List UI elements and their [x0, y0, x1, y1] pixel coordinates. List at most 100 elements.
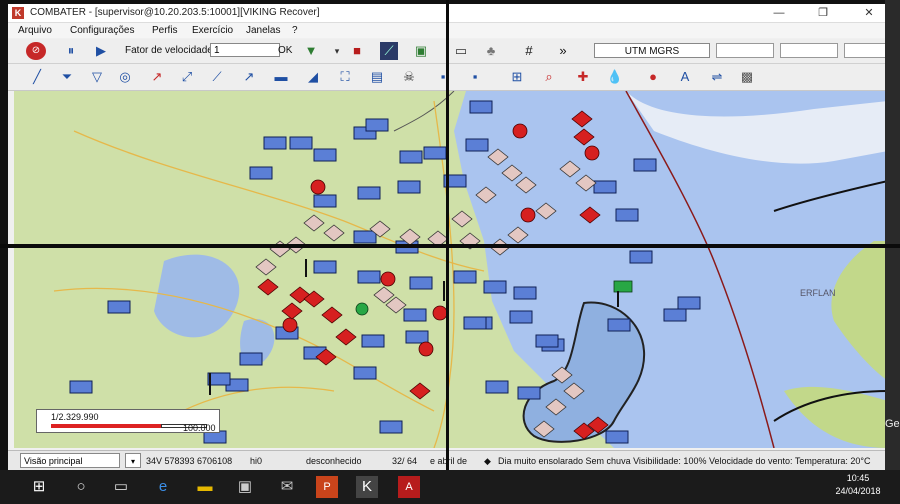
- friendly-unit[interactable]: [249, 166, 273, 180]
- measure-icon[interactable]: ↗: [240, 68, 258, 86]
- friendly-unit[interactable]: [239, 352, 263, 366]
- edge-browser-icon[interactable]: e: [152, 476, 174, 498]
- pause-icon[interactable]: ⏸: [62, 42, 80, 60]
- neutral-unit[interactable]: [303, 214, 325, 232]
- friendly-unit[interactable]: [483, 280, 507, 294]
- neutral-unit[interactable]: [323, 224, 345, 242]
- annotation-icon[interactable]: A: [676, 68, 694, 86]
- coordinate-field-2[interactable]: [780, 43, 838, 58]
- hostile-unit[interactable]: [281, 302, 303, 320]
- friendly-unit[interactable]: [629, 250, 653, 264]
- edit-path-icon[interactable]: ⟋: [208, 68, 226, 86]
- hostile-unit[interactable]: [512, 123, 528, 139]
- skull-icon[interactable]: ☠: [400, 68, 418, 86]
- friendly-unit[interactable]: [677, 296, 701, 310]
- mail-icon[interactable]: ✉: [276, 476, 298, 498]
- map-canvas[interactable]: ERFLAN: [14, 91, 888, 448]
- hostile-unit[interactable]: [418, 341, 434, 357]
- draw-line-icon[interactable]: ╱: [28, 68, 46, 86]
- friendly-unit[interactable]: [107, 300, 131, 314]
- search-icon[interactable]: ○: [70, 476, 92, 498]
- friendly-unit[interactable]: [663, 308, 687, 322]
- grid-icon[interactable]: #: [520, 42, 538, 60]
- print-icon[interactable]: ▤: [368, 68, 386, 86]
- play-icon[interactable]: ▶: [92, 42, 110, 60]
- friendly-unit[interactable]: [403, 308, 427, 322]
- friendly-unit[interactable]: [513, 286, 537, 300]
- speed-ok-button[interactable]: OK: [278, 45, 292, 56]
- friendly-unit[interactable]: [313, 148, 337, 162]
- friendly-unit[interactable]: [607, 318, 631, 332]
- friendly-unit[interactable]: [409, 276, 433, 290]
- friendly-unit[interactable]: [605, 430, 629, 444]
- elevation-icon[interactable]: ◢: [304, 68, 322, 86]
- search-map-icon[interactable]: ⌕: [540, 68, 558, 86]
- layer-toggle-icon[interactable]: ⟋: [380, 42, 398, 60]
- friendly-unit[interactable]: [313, 194, 337, 208]
- menu-item-perfis[interactable]: Perfis: [152, 25, 178, 36]
- friendly-unit[interactable]: [357, 186, 381, 200]
- menu-item-help[interactable]: ?: [292, 25, 298, 36]
- store-icon[interactable]: ▣: [234, 476, 256, 498]
- powerpoint-icon[interactable]: P: [316, 476, 338, 498]
- hostile-unit[interactable]: [321, 306, 343, 324]
- hostile-unit[interactable]: [432, 305, 448, 321]
- target-select-icon[interactable]: ◎: [116, 68, 134, 86]
- friendly-unit[interactable]: [465, 138, 489, 152]
- title-bar[interactable]: K COMBATER - [supervisor@10.20.203.5:100…: [8, 4, 892, 23]
- friendly-unit[interactable]: [517, 386, 541, 400]
- friendly-unit[interactable]: [463, 316, 487, 330]
- toolbar-overflow-icon[interactable]: »: [554, 42, 572, 60]
- alarm-bell-icon[interactable]: ♣: [482, 42, 500, 60]
- zoom-out-icon[interactable]: ▪: [466, 68, 484, 86]
- friendly-unit[interactable]: [485, 380, 509, 394]
- maximize-button[interactable]: ❐: [808, 5, 838, 21]
- save-state-icon[interactable]: ▼: [302, 42, 320, 60]
- hostile-unit[interactable]: [380, 271, 396, 287]
- friendly-unit[interactable]: [361, 334, 385, 348]
- friendly-unit[interactable]: [207, 372, 231, 386]
- funnel-icon[interactable]: ▽: [88, 68, 106, 86]
- view-mode-select[interactable]: Visão principal: [20, 453, 120, 468]
- coordinate-system-select[interactable]: UTM MGRS: [594, 43, 710, 58]
- friendly-unit[interactable]: [397, 180, 421, 194]
- friendly-unit[interactable]: [379, 420, 403, 434]
- start-icon[interactable]: ⊞: [28, 476, 50, 498]
- hostile-unit[interactable]: [257, 278, 279, 296]
- water-drop-icon[interactable]: 💧: [606, 68, 624, 86]
- network-icon[interactable]: ⊞: [508, 68, 526, 86]
- friendly-unit[interactable]: [469, 100, 493, 114]
- neutral-unit[interactable]: [451, 210, 473, 228]
- friendly-unit[interactable]: [615, 208, 639, 222]
- friendly-unit[interactable]: [423, 146, 447, 160]
- hostile-unit[interactable]: [584, 145, 600, 161]
- menu-item-arquivo[interactable]: Arquivo: [18, 25, 52, 36]
- add-marker-icon[interactable]: ✚: [574, 68, 592, 86]
- close-button[interactable]: ✕: [854, 5, 884, 21]
- stop-simulation-icon[interactable]: ⊘: [26, 42, 46, 60]
- menu-item-janelas[interactable]: Janelas: [246, 25, 280, 36]
- map-layers-icon[interactable]: ▣: [412, 42, 430, 60]
- friendly-unit[interactable]: [405, 330, 429, 344]
- friendly-unit[interactable]: [313, 260, 337, 274]
- friendly-unit[interactable]: [357, 270, 381, 284]
- color-icon[interactable]: ●: [644, 68, 662, 86]
- menu-item-configuracoes[interactable]: Configurações: [70, 25, 134, 36]
- hostile-unit[interactable]: [335, 328, 357, 346]
- cube-icon[interactable]: ■: [348, 42, 366, 60]
- hostile-unit[interactable]: [282, 317, 298, 333]
- friendly-unit[interactable]: [365, 118, 389, 132]
- hostile-unit[interactable]: [409, 382, 431, 400]
- view-mode-dropdown-icon[interactable]: ▾: [125, 453, 141, 468]
- system-clock[interactable]: 10:45 24/04/2018: [818, 472, 898, 498]
- fit-view-icon[interactable]: ⛶: [336, 68, 354, 86]
- task-view-icon[interactable]: ▭: [110, 476, 132, 498]
- hostile-unit[interactable]: [520, 207, 536, 223]
- coordinate-field-3[interactable]: [844, 43, 888, 58]
- green-unit[interactable]: [613, 280, 633, 293]
- friendly-unit[interactable]: [289, 136, 313, 150]
- zoom-in-icon[interactable]: ▪: [434, 68, 452, 86]
- friendly-unit[interactable]: [353, 230, 377, 244]
- friendly-unit[interactable]: [353, 366, 377, 380]
- friendly-unit[interactable]: [535, 334, 559, 348]
